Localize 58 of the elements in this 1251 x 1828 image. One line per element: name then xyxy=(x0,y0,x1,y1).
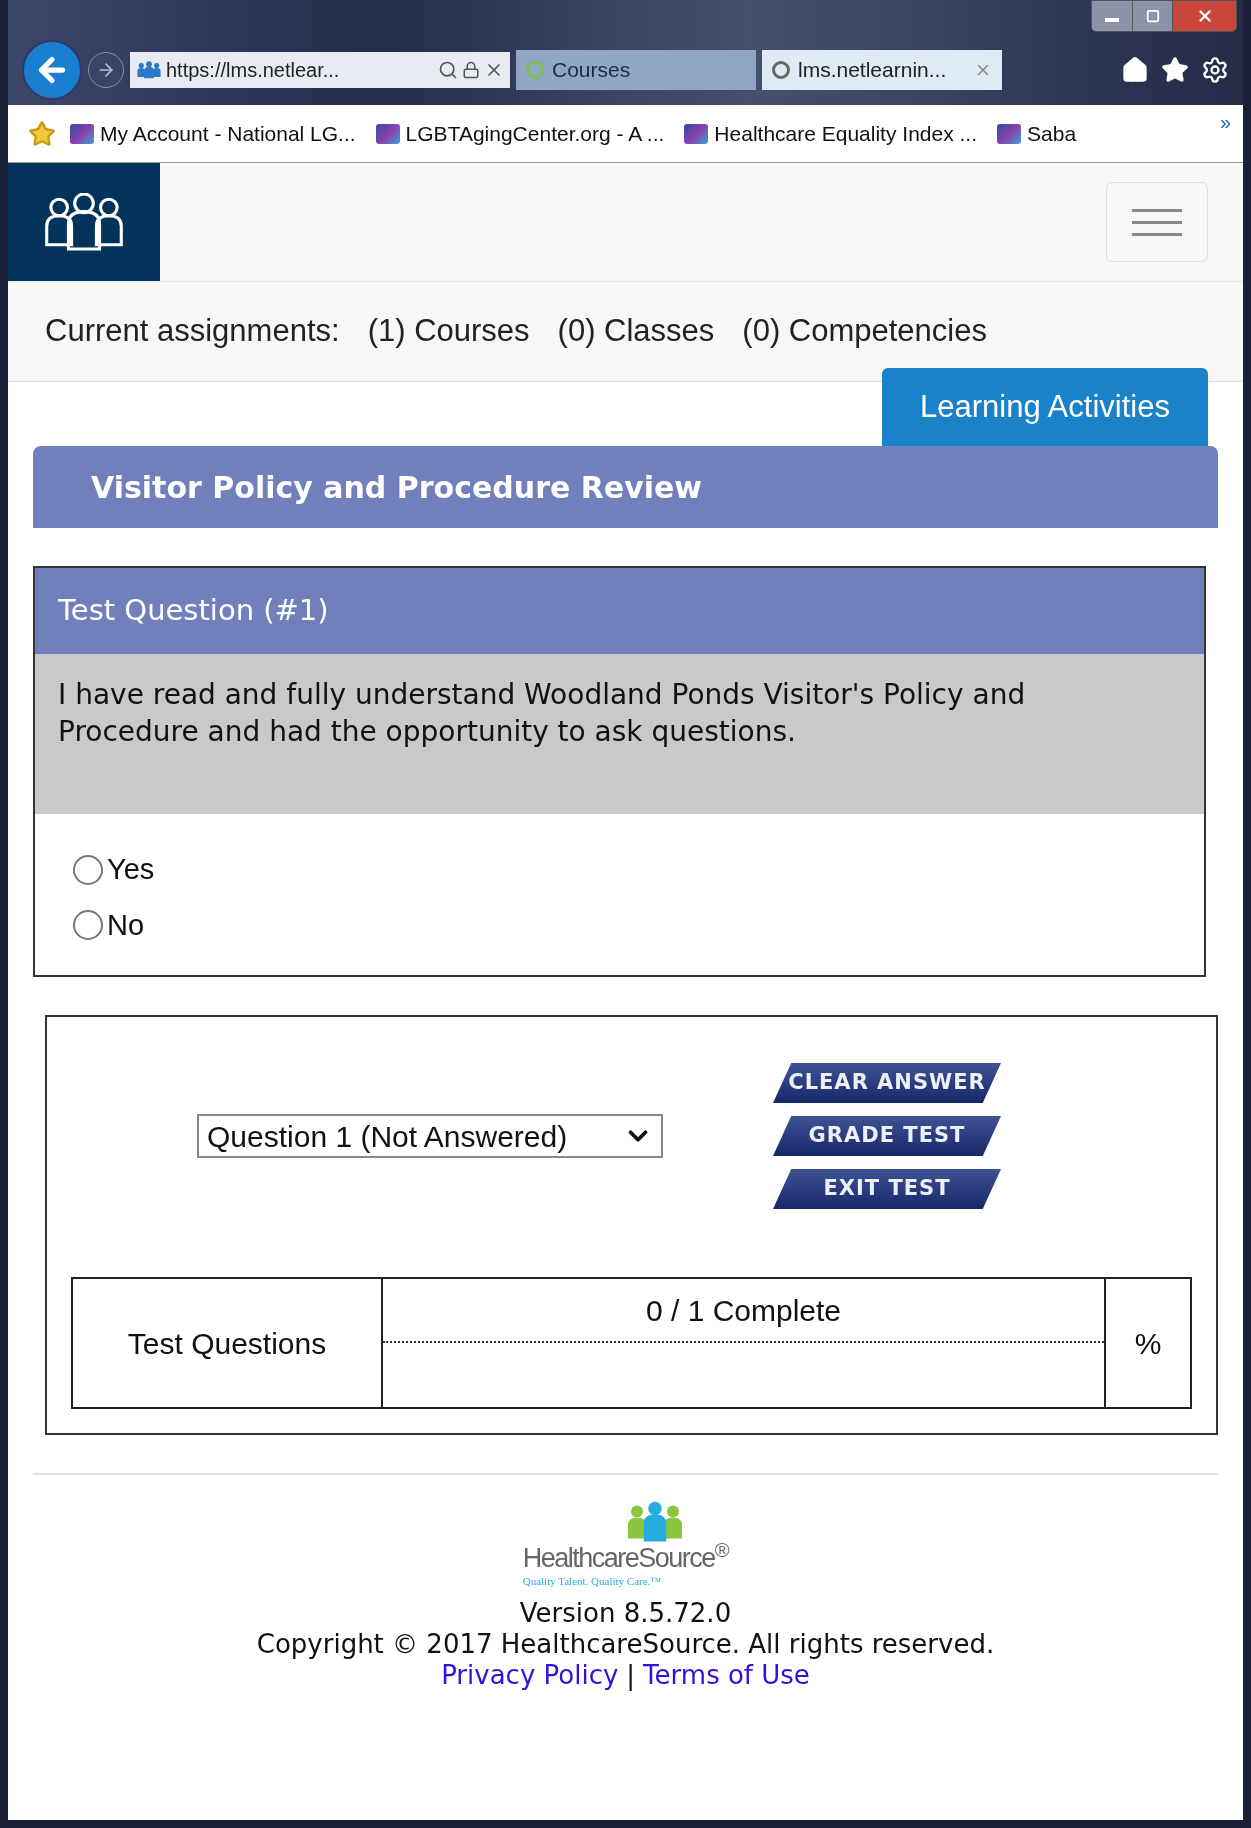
site-icon xyxy=(526,61,544,79)
settings-icon[interactable] xyxy=(1201,56,1229,84)
favorite-link[interactable]: Saba xyxy=(997,117,1077,150)
assignments-label: Current assignments: xyxy=(45,312,340,351)
maximize-icon xyxy=(1145,9,1160,23)
assignment-link[interactable]: (1) Courses xyxy=(367,308,530,355)
favorite-link[interactable]: LGBTAgingCenter.org - A ... xyxy=(375,117,665,150)
people-icon xyxy=(42,193,126,251)
favicon-icon xyxy=(997,123,1021,144)
favorite-link[interactable]: Healthcare Equality Index ... xyxy=(684,117,977,150)
favorite-link[interactable]: My Account - National LG... xyxy=(70,117,356,150)
question-text: I have read and fully understand Woodland Ponds Visitor's Policy and Procedure and had the opportunity to ask questions. xyxy=(35,654,1204,814)
tab-title: Courses xyxy=(552,57,631,84)
terms-of-use-link[interactable]: Terms of Use xyxy=(643,1659,810,1691)
close-button[interactable] xyxy=(1172,1,1236,31)
favicon-icon xyxy=(375,123,400,144)
radio-button[interactable] xyxy=(73,910,103,941)
progress-label: Test Questions xyxy=(73,1279,383,1407)
minimize-button[interactable] xyxy=(1092,1,1132,31)
minimize-icon xyxy=(1105,18,1119,22)
learning-activities-button[interactable]: Learning Activities xyxy=(882,368,1208,446)
star-icon[interactable] xyxy=(1161,56,1189,84)
assignment-link[interactable]: (0) Competencies xyxy=(742,308,987,355)
maximize-button[interactable] xyxy=(1132,1,1172,31)
search-icon[interactable] xyxy=(438,60,458,80)
address-text: https://lms.netlear... xyxy=(166,58,340,83)
version-text: Version 8.5.72.0 xyxy=(519,1597,732,1629)
favicon-icon xyxy=(70,123,94,144)
progress-reading: 0 / 1 Complete xyxy=(383,1279,1104,1343)
loading-icon xyxy=(772,61,790,79)
answer-option[interactable]: No xyxy=(73,903,145,947)
assignment-link[interactable]: (0) Classes xyxy=(557,308,715,355)
privacy-policy-link[interactable]: Privacy Policy xyxy=(441,1659,619,1691)
answer-option[interactable]: Yes xyxy=(73,848,155,892)
address-bar[interactable]: https://lms.netlear... xyxy=(130,52,510,88)
logo-name: HealthcareSource$^{®}$ xyxy=(522,1543,729,1573)
browser-tab[interactable]: lms.netlearnin... xyxy=(762,50,1002,90)
lock-icon xyxy=(462,61,480,79)
tab-title: lms.netlearnin... xyxy=(798,57,947,84)
site-icon xyxy=(136,61,162,79)
question-select[interactable]: Question 1 (Not Answered) xyxy=(197,1114,663,1158)
progress-unit: % xyxy=(1133,1325,1163,1362)
overflow-chevron[interactable]: » xyxy=(1219,107,1231,137)
favorites-icon[interactable] xyxy=(28,119,56,148)
test-action-button[interactable]: EXIT TEST xyxy=(773,1169,1001,1209)
favicon-icon xyxy=(684,123,709,144)
test-action-button[interactable]: CLEAR ANSWER xyxy=(773,1063,1001,1103)
course-title: Visitor Policy and Procedure Review xyxy=(33,446,1218,528)
link-separator: | xyxy=(626,1659,636,1691)
copyright-text: Copyright © 2017 HealthcareSource. All rights reserved. xyxy=(256,1628,995,1660)
home-icon[interactable] xyxy=(1121,56,1149,84)
logo-tagline: Quality Talent. Quality Care.™ xyxy=(522,1574,662,1589)
question-header: Test Question (#1) xyxy=(35,568,1204,654)
radio-button[interactable] xyxy=(73,854,103,885)
test-action-button[interactable]: GRADE TEST xyxy=(773,1116,1001,1156)
forward-button[interactable] xyxy=(88,52,124,88)
menu-button[interactable] xyxy=(1106,182,1208,262)
browser-tab[interactable]: Courses xyxy=(516,50,756,90)
